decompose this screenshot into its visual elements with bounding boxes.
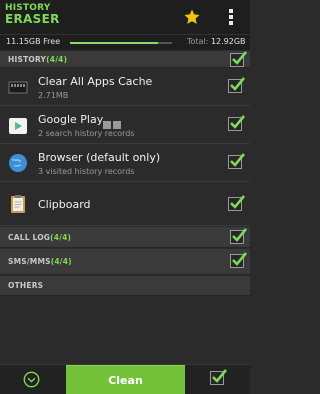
- google-play-icon: [9, 118, 27, 134]
- section-others[interactable]: OTHERS: [0, 276, 250, 296]
- section-sms-mms[interactable]: SMS/MMS(4/4): [0, 249, 250, 275]
- list-item[interactable]: Clear All Apps Cache 2.71MB: [0, 69, 250, 106]
- item-checkbox[interactable]: [228, 115, 246, 131]
- section-history-checkbox[interactable]: [230, 51, 248, 67]
- section-title-text: CALL LOG: [8, 233, 51, 242]
- item-subtitle: 2.71MB: [38, 91, 69, 100]
- item-name: Google Play: [38, 113, 104, 126]
- list-item[interactable]: Clipboard: [0, 183, 250, 226]
- item-checkbox[interactable]: [228, 153, 246, 169]
- section-call-log[interactable]: CALL LOG(4/4): [0, 227, 250, 248]
- sd-card-icon: [8, 81, 28, 94]
- total-space: Total: 12.92GB: [187, 37, 246, 46]
- section-count: (4/4): [50, 257, 72, 266]
- app-bar: HISTORY ERASER: [0, 0, 250, 34]
- overflow-menu-icon[interactable]: [226, 8, 236, 26]
- section-history-title: HISTORY(4/4): [8, 55, 67, 64]
- total-label: Total:: [187, 37, 209, 46]
- section-history[interactable]: HISTORY(4/4): [0, 51, 250, 68]
- item-name: Browser (default only): [38, 151, 161, 164]
- google-play-badge-icon: [103, 114, 121, 129]
- free-space: 11.15GB Free: [6, 37, 61, 46]
- list-item[interactable]: Browser (default only) 3 visited history…: [0, 145, 250, 182]
- star-icon[interactable]: [183, 8, 201, 26]
- logo-line2: ERASER: [5, 12, 60, 26]
- item-name: Clipboard: [38, 198, 91, 211]
- section-sms-checkbox[interactable]: [230, 252, 248, 268]
- section-title-text: HISTORY: [8, 55, 47, 64]
- section-call-log-title: CALL LOG(4/4): [8, 233, 71, 242]
- section-call-log-checkbox[interactable]: [230, 228, 248, 244]
- list-item[interactable]: Google Play 2 search history records: [0, 107, 250, 144]
- clipboard-icon: [11, 195, 25, 213]
- section-sms-title: SMS/MMS(4/4): [8, 257, 72, 266]
- globe-icon: [9, 154, 27, 172]
- storage-progress: [70, 42, 172, 44]
- clean-button-label: Clean: [108, 374, 143, 387]
- item-checkbox[interactable]: [228, 77, 246, 93]
- bottom-bar: Clean: [0, 364, 250, 394]
- storage-bar: 11.15GB Free Total: 12.92GB: [0, 34, 250, 50]
- chevron-down-icon[interactable]: [23, 371, 40, 388]
- clean-button[interactable]: Clean: [66, 365, 185, 394]
- section-count: (4/4): [50, 233, 72, 242]
- app-logo: HISTORY ERASER: [5, 3, 59, 31]
- section-count: (4/4): [46, 55, 68, 64]
- select-all-checkbox[interactable]: [210, 369, 228, 385]
- section-title-text: SMS/MMS: [8, 257, 51, 266]
- item-name: Clear All Apps Cache: [38, 75, 153, 88]
- item-checkbox[interactable]: [228, 195, 246, 211]
- section-others-title: OTHERS: [8, 281, 44, 290]
- item-subtitle: 3 visited history records: [38, 167, 135, 176]
- item-subtitle: 2 search history records: [38, 129, 135, 138]
- total-value: 12.92GB: [210, 37, 246, 46]
